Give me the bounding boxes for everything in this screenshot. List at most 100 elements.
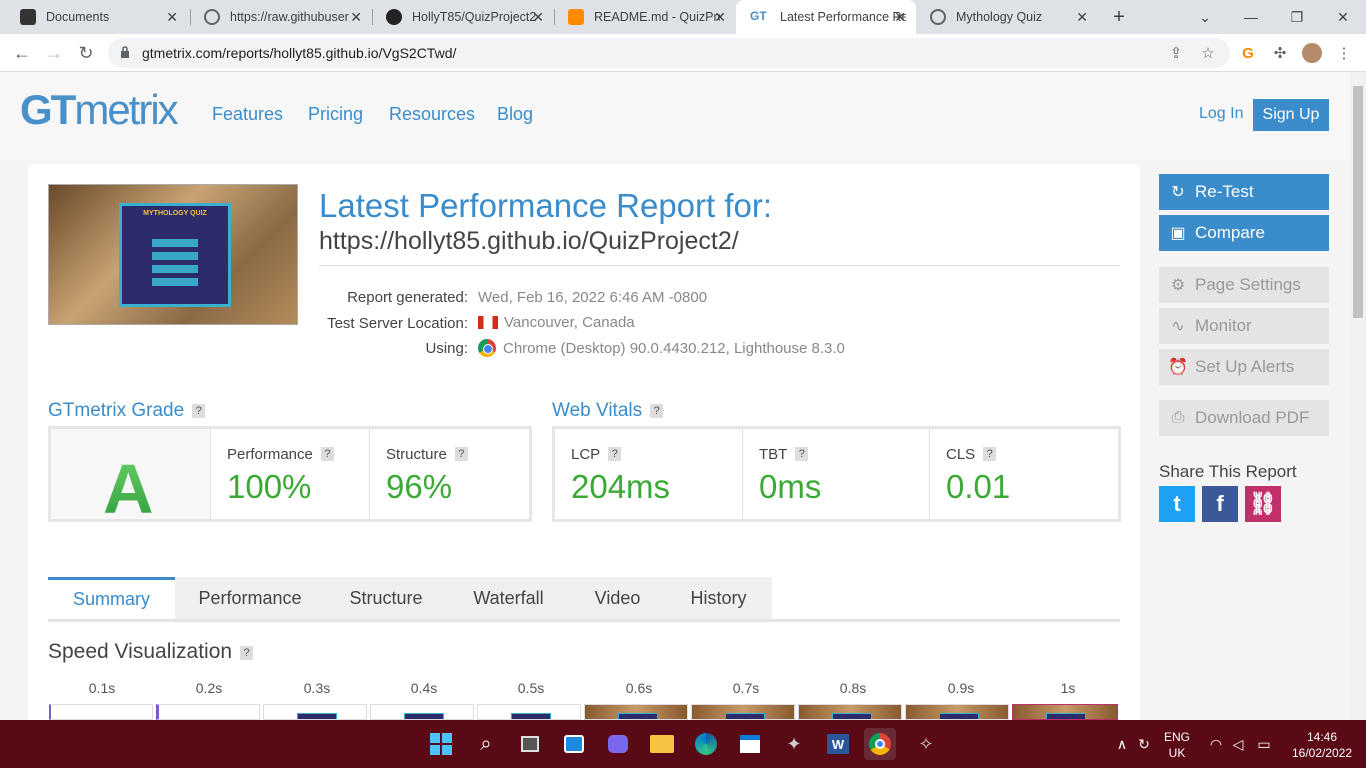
- gear-icon: ⚙: [1170, 277, 1186, 294]
- help-icon[interactable]: ?: [650, 404, 664, 418]
- help-icon[interactable]: ?: [454, 447, 468, 461]
- monitor-button[interactable]: ∿ Monitor: [1159, 308, 1329, 344]
- compare-label: Compare: [1195, 223, 1265, 242]
- close-tab-icon[interactable]: ✕: [532, 9, 544, 26]
- sync-icon[interactable]: ↻: [1128, 728, 1160, 760]
- tab-performance[interactable]: Performance: [175, 577, 325, 619]
- gimp-icon[interactable]: ✧: [910, 728, 942, 760]
- github-icon: [386, 9, 402, 25]
- help-icon[interactable]: ?: [608, 447, 622, 461]
- store-icon[interactable]: [734, 728, 766, 760]
- language-indicator[interactable]: ENG: [1160, 730, 1194, 744]
- browser-tab-readme[interactable]: README.md - QuizPro ✕: [554, 0, 736, 34]
- heading-text: Web Vitals: [552, 400, 643, 421]
- report-tabs: Summary Performance Structure Waterfall …: [48, 577, 1120, 622]
- bookmark-star-icon[interactable]: ☆: [1198, 43, 1218, 63]
- region-indicator[interactable]: UK: [1160, 746, 1194, 760]
- close-tab-icon[interactable]: ✕: [714, 9, 726, 26]
- reload-icon[interactable]: ↻: [73, 41, 99, 65]
- help-icon[interactable]: ?: [192, 404, 206, 418]
- nav-features[interactable]: Features: [212, 104, 283, 125]
- tab-waterfall[interactable]: Waterfall: [447, 577, 570, 619]
- help-icon[interactable]: ?: [983, 447, 997, 461]
- download-pdf-button[interactable]: ⎙ Download PDF: [1159, 400, 1329, 436]
- teams-chat-icon[interactable]: [602, 728, 634, 760]
- help-icon[interactable]: ?: [320, 447, 334, 461]
- tab-label: README.md - QuizPro: [594, 10, 720, 24]
- tab-structure[interactable]: Structure: [325, 577, 447, 619]
- pdf-label: Download PDF: [1195, 408, 1310, 427]
- gtmetrix-logo[interactable]: GTmetrix: [20, 86, 179, 134]
- site-header: GTmetrix Features Pricing Resources Blog…: [0, 72, 1350, 160]
- browser-tab-documents[interactable]: Documents ✕: [6, 0, 188, 34]
- filmstrip-frame: [798, 704, 902, 720]
- set-up-alerts-button[interactable]: ⏰ Set Up Alerts: [1159, 349, 1329, 385]
- chrome-icon: [478, 339, 496, 357]
- filmstrip-frame: [370, 704, 474, 720]
- extensions-icon[interactable]: ✣: [1270, 43, 1290, 63]
- word-icon[interactable]: W: [822, 728, 854, 760]
- chrome-taskbar-icon[interactable]: [864, 728, 896, 760]
- windows-start-icon[interactable]: [425, 728, 457, 760]
- close-tab-icon[interactable]: ✕: [166, 9, 178, 26]
- forward-icon[interactable]: →: [41, 41, 67, 65]
- help-icon[interactable]: ?: [240, 646, 254, 660]
- pdf-icon: ⎙: [1171, 409, 1185, 426]
- address-bar[interactable]: gtmetrix.com/reports/hollyt85.github.io/…: [108, 38, 1230, 68]
- signup-button[interactable]: Sign Up: [1253, 99, 1329, 131]
- scrollbar-thumb[interactable]: [1353, 86, 1363, 318]
- widgets-icon[interactable]: [558, 728, 590, 760]
- task-view-icon[interactable]: [514, 728, 546, 760]
- close-window-icon[interactable]: ✕: [1320, 0, 1366, 34]
- login-link[interactable]: Log In: [1199, 105, 1243, 123]
- globe-icon: [204, 9, 220, 25]
- battery-icon[interactable]: ▭: [1248, 728, 1280, 760]
- menu-icon[interactable]: ⋮: [1334, 43, 1354, 63]
- gimp-icon[interactable]: ✦: [778, 728, 810, 760]
- tab-history[interactable]: History: [665, 577, 772, 619]
- close-tab-icon[interactable]: ✕: [350, 9, 362, 26]
- logo-gt: GT: [20, 86, 76, 133]
- filmstrip-frame: [1012, 704, 1118, 720]
- tab-summary[interactable]: Summary: [48, 577, 175, 619]
- browser-tab-github-repo[interactable]: HollyT85/QuizProject2 ✕: [372, 0, 554, 34]
- compare-button[interactable]: ▣ Compare: [1159, 215, 1329, 251]
- browser-tab-raw-github[interactable]: https://raw.githubuser ✕: [190, 0, 372, 34]
- grade-box: A Performance? 100% Structure? 96%: [48, 426, 532, 528]
- help-icon[interactable]: ?: [795, 447, 809, 461]
- close-tab-icon[interactable]: ✕: [1076, 9, 1088, 26]
- page-scrollbar[interactable]: [1350, 72, 1366, 720]
- nav-pricing[interactable]: Pricing: [308, 104, 363, 125]
- tab-video[interactable]: Video: [570, 577, 665, 619]
- page-settings-button[interactable]: ⚙ Page Settings: [1159, 267, 1329, 303]
- nav-blog[interactable]: Blog: [497, 104, 533, 125]
- clock-time[interactable]: 14:46: [1284, 730, 1360, 744]
- edge-icon[interactable]: [690, 728, 722, 760]
- tbt-label: TBT: [759, 446, 788, 463]
- grade-cell: A: [51, 429, 211, 528]
- profile-avatar[interactable]: [1302, 43, 1322, 63]
- facebook-icon[interactable]: f: [1202, 486, 1238, 522]
- globe-icon: [930, 9, 946, 25]
- retest-button[interactable]: ↻ Re-Test: [1159, 174, 1329, 210]
- back-icon[interactable]: ←: [9, 41, 35, 65]
- search-icon[interactable]: ⌕: [470, 728, 502, 760]
- share-icon[interactable]: ⇪: [1166, 43, 1186, 63]
- twitter-icon[interactable]: t: [1159, 486, 1195, 522]
- gitpod-extension-icon[interactable]: G: [1238, 43, 1258, 63]
- close-tab-icon[interactable]: ✕: [894, 9, 906, 26]
- gitpod-icon: [568, 9, 584, 25]
- nav-resources[interactable]: Resources: [389, 104, 475, 125]
- new-tab-button[interactable]: +: [1096, 0, 1142, 34]
- link-icon[interactable]: ⛓: [1245, 486, 1281, 522]
- restore-icon[interactable]: ❐: [1274, 0, 1320, 34]
- browser-tab-mythology-quiz[interactable]: Mythology Quiz ✕: [916, 0, 1098, 34]
- timeline-tick: 0.8s: [839, 680, 867, 696]
- file-explorer-icon[interactable]: [646, 728, 678, 760]
- clock-date[interactable]: 16/02/2022: [1284, 746, 1360, 760]
- cls-label: CLS: [946, 446, 976, 463]
- alarm-clock-icon: ⏰: [1168, 359, 1188, 376]
- browser-tab-gtmetrix[interactable]: GT Latest Performance Re ✕: [736, 0, 916, 34]
- minimize-icon[interactable]: —: [1228, 0, 1274, 34]
- tab-search-icon[interactable]: ⌄: [1182, 0, 1228, 34]
